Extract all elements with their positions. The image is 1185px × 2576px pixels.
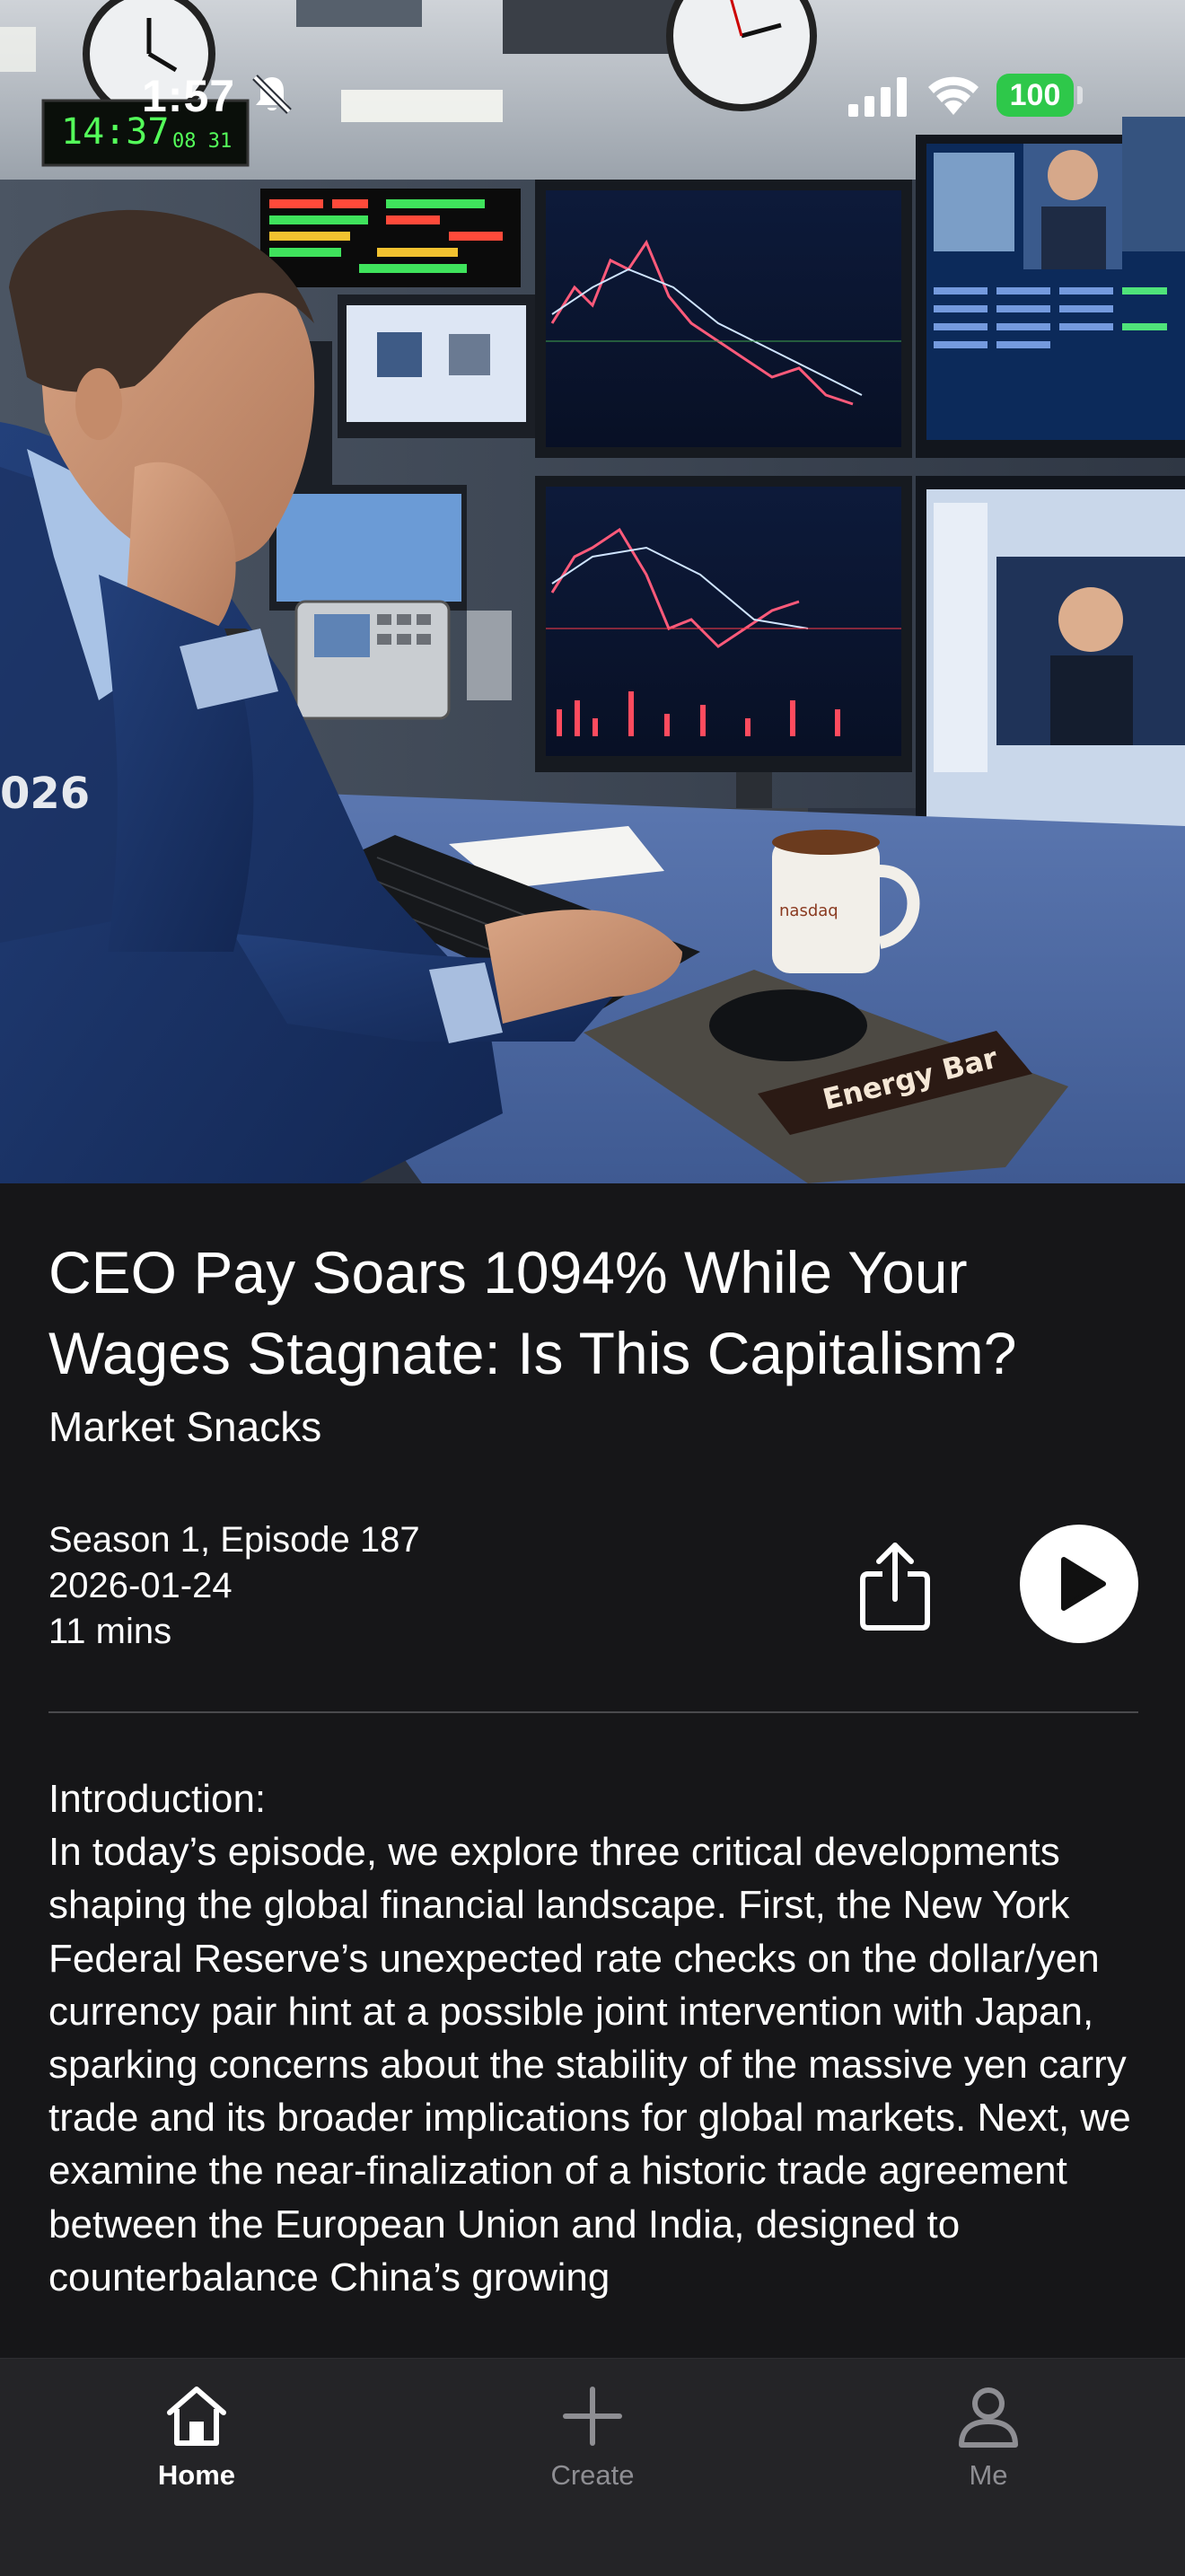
season-episode: Season 1, Episode 187 bbox=[48, 1520, 420, 1560]
play-icon bbox=[1061, 1557, 1106, 1611]
tab-bar: Home Create Me bbox=[0, 2358, 1185, 2576]
episode-meta: Season 1, Episode 187 2026-01-24 11 mins bbox=[48, 1517, 420, 1655]
status-bar: 1:57 100 bbox=[0, 0, 1185, 135]
person-icon bbox=[959, 2387, 1018, 2448]
tab-home-label: Home bbox=[157, 2459, 236, 2491]
battery-cap bbox=[1077, 86, 1083, 104]
status-time: 1:57 bbox=[142, 71, 236, 121]
tab-create[interactable]: Create bbox=[503, 2382, 682, 2499]
share-icon bbox=[860, 1543, 930, 1631]
play-button[interactable] bbox=[1020, 1525, 1138, 1643]
tab-me-label: Me bbox=[969, 2459, 1008, 2491]
bell-slash-icon bbox=[252, 75, 292, 114]
home-icon bbox=[167, 2387, 226, 2446]
signal-icon bbox=[848, 77, 907, 117]
battery-indicator: 100 bbox=[996, 74, 1074, 117]
svg-text:nasdaq: nasdaq bbox=[779, 901, 838, 920]
episode-duration: 11 mins bbox=[48, 1612, 172, 1651]
episode-title: CEO Pay Soars 1094% While Your Wages Sta… bbox=[48, 1239, 1017, 1386]
tab-create-label: Create bbox=[550, 2459, 635, 2491]
episode-date: 2026-01-24 bbox=[48, 1566, 233, 1605]
plus-icon bbox=[563, 2387, 622, 2446]
description-body: In today’s episode, we explore three cri… bbox=[48, 1830, 1131, 2299]
podcast-name[interactable]: Market Snacks bbox=[48, 1402, 321, 1451]
description-heading: Introduction: bbox=[48, 1777, 267, 1821]
share-button[interactable] bbox=[855, 1537, 935, 1636]
episode-description: Introduction: In today’s episode, we exp… bbox=[48, 1772, 1153, 2356]
tab-home[interactable]: Home bbox=[107, 2382, 286, 2499]
jacket-number: 026 bbox=[0, 769, 90, 819]
episode-cover-image: 14:37 08 31 nasdaq Energy Bar 026 bbox=[0, 0, 1185, 1183]
divider bbox=[48, 1711, 1138, 1713]
tab-me[interactable]: Me bbox=[899, 2382, 1078, 2499]
wifi-icon bbox=[928, 76, 979, 115]
